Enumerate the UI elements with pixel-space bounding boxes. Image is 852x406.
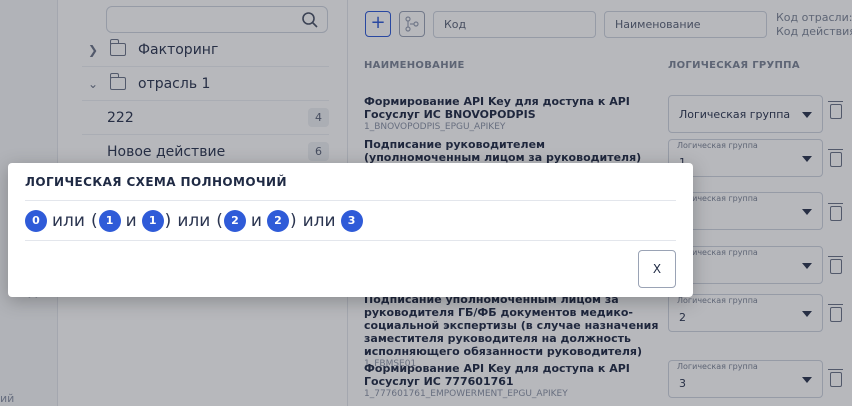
close-button[interactable]: X [638, 250, 676, 288]
divider [25, 200, 676, 201]
paren-open: ( [90, 211, 98, 231]
paren-close: ) [289, 211, 297, 231]
group-chip: 3 [340, 210, 363, 232]
paren-close: ) [164, 211, 172, 231]
group-chip: 0 [25, 210, 47, 232]
operator-or: или [177, 211, 211, 231]
operator-or: или [52, 211, 85, 231]
group-chip: 1 [141, 210, 164, 232]
paren-open: ( [216, 211, 223, 231]
dialog-title: ЛОГИЧЕСКАЯ СХЕМА ПОЛНОМОЧИЙ [25, 175, 287, 189]
group-chip: 2 [266, 210, 289, 232]
logic-scheme-dialog: ЛОГИЧЕСКАЯ СХЕМА ПОЛНОМОЧИЙ 0 или ( 1 и … [8, 163, 693, 297]
logic-formula: 0 или ( 1 и 1 ) или ( 2 и 2 ) или 3 [25, 209, 363, 233]
operator-and: и [250, 211, 262, 231]
divider [25, 240, 676, 241]
operator-or: или [302, 211, 336, 231]
operator-and: и [125, 211, 137, 231]
group-chip: 2 [223, 210, 246, 232]
group-chip: 1 [98, 210, 121, 232]
